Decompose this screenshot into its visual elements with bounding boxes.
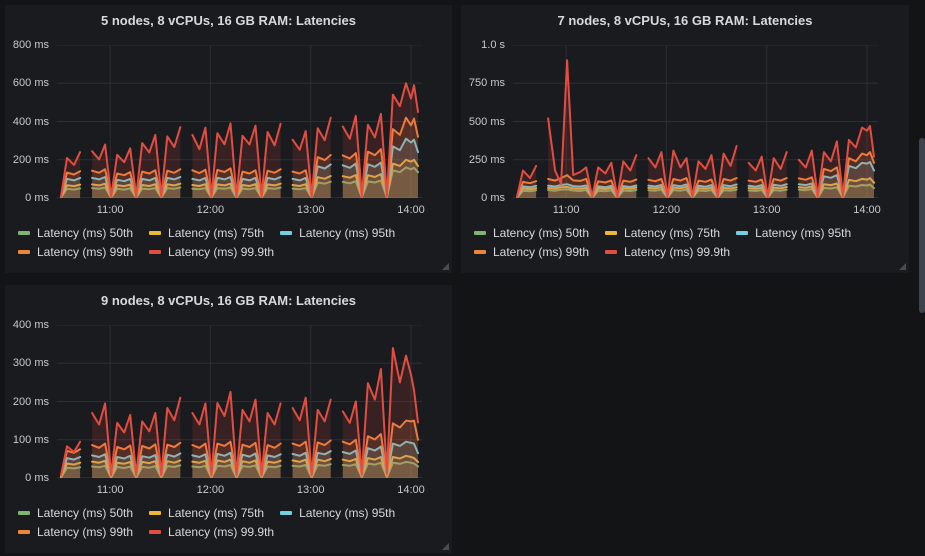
y-axis-tick-label: 0 ms (461, 191, 505, 205)
legend-color-dash-icon (736, 231, 748, 235)
panel-title[interactable]: 5 nodes, 8 vCPUs, 16 GB RAM: Latencies (5, 13, 452, 28)
legend-series-label: Latency (ms) 99th (37, 525, 133, 539)
chart-plot-area[interactable] (57, 45, 422, 198)
legend-series-label: Latency (ms) 95th (299, 226, 395, 240)
legend-color-dash-icon (280, 511, 292, 515)
legend-series-label: Latency (ms) 99th (37, 245, 133, 259)
panel-9-nodes-latencies: 9 nodes, 8 vCPUs, 16 GB RAM: Latencies 0… (5, 285, 452, 553)
y-axis-tick-label: 250 ms (461, 153, 505, 167)
legend-color-dash-icon (280, 231, 292, 235)
x-axis-tick-label: 13:00 (287, 483, 335, 497)
panel-title[interactable]: 7 nodes, 8 vCPUs, 16 GB RAM: Latencies (461, 13, 909, 28)
legend-item[interactable]: Latency (ms) 75th (149, 506, 264, 520)
panel-resize-icon[interactable] (899, 263, 906, 270)
legend-item[interactable]: Latency (ms) 50th (474, 226, 589, 240)
legend-color-dash-icon (149, 231, 161, 235)
scrollbar-thumb[interactable] (919, 138, 925, 313)
y-axis-tick-label: 300 ms (5, 356, 49, 370)
y-axis-tick-label: 400 ms (5, 115, 49, 129)
panel-resize-icon[interactable] (442, 263, 449, 270)
legend-series-label: Latency (ms) 95th (755, 226, 851, 240)
y-axis-tick-label: 200 ms (5, 395, 49, 409)
legend-color-dash-icon (474, 250, 486, 254)
panel-7-nodes-latencies: 7 nodes, 8 vCPUs, 16 GB RAM: Latencies 0… (461, 5, 909, 273)
legend-color-dash-icon (149, 530, 161, 534)
legend-item[interactable]: Latency (ms) 50th (18, 226, 133, 240)
legend-series-label: Latency (ms) 99th (493, 245, 589, 259)
panel-resize-icon[interactable] (442, 543, 449, 550)
chart-legend: Latency (ms) 50th Latency (ms) 75th Latenc… (18, 226, 444, 264)
panel-title[interactable]: 9 nodes, 8 vCPUs, 16 GB RAM: Latencies (5, 293, 452, 308)
legend-item[interactable]: Latency (ms) 75th (149, 226, 264, 240)
legend-item[interactable]: Latency (ms) 95th (736, 226, 851, 240)
x-axis-tick-label: 14:00 (387, 483, 435, 497)
legend-item[interactable]: Latency (ms) 95th (280, 506, 395, 520)
legend-item[interactable]: Latency (ms) 75th (605, 226, 720, 240)
y-axis-tick-label: 200 ms (5, 153, 49, 167)
x-axis-tick-label: 14:00 (387, 203, 435, 217)
legend-series-label: Latency (ms) 99.9th (168, 245, 274, 259)
y-axis-tick-label: 0 ms (5, 191, 49, 205)
x-axis-tick-label: 11:00 (542, 203, 590, 217)
legend-color-dash-icon (605, 231, 617, 235)
y-axis-tick-label: 500 ms (461, 115, 505, 129)
x-axis-tick-label: 11:00 (86, 203, 134, 217)
y-axis-tick-label: 1.0 s (461, 38, 505, 52)
legend-item[interactable]: Latency (ms) 99th (474, 245, 589, 259)
y-axis-tick-label: 100 ms (5, 433, 49, 447)
legend-series-label: Latency (ms) 75th (168, 226, 264, 240)
legend-item[interactable]: Latency (ms) 99th (18, 245, 133, 259)
x-axis-tick-label: 13:00 (743, 203, 791, 217)
legend-series-label: Latency (ms) 95th (299, 506, 395, 520)
legend-item[interactable]: Latency (ms) 99th (18, 525, 133, 539)
chart-legend: Latency (ms) 50th Latency (ms) 75th Latenc… (474, 226, 901, 264)
legend-series-label: Latency (ms) 75th (168, 506, 264, 520)
x-axis-tick-label: 14:00 (843, 203, 891, 217)
legend-color-dash-icon (605, 250, 617, 254)
legend-color-dash-icon (18, 250, 30, 254)
chart-plot-area[interactable] (57, 325, 422, 478)
legend-color-dash-icon (474, 231, 486, 235)
legend-series-label: Latency (ms) 50th (37, 506, 133, 520)
y-axis-tick-label: 800 ms (5, 38, 49, 52)
legend-item[interactable]: Latency (ms) 99.9th (605, 245, 730, 259)
vertical-scrollbar[interactable] (919, 0, 925, 556)
x-axis-tick-label: 12:00 (186, 483, 234, 497)
x-axis-tick-label: 13:00 (287, 203, 335, 217)
legend-series-label: Latency (ms) 50th (493, 226, 589, 240)
y-axis-tick-label: 400 ms (5, 318, 49, 332)
legend-series-label: Latency (ms) 50th (37, 226, 133, 240)
legend-series-label: Latency (ms) 99.9th (624, 245, 730, 259)
y-axis-tick-label: 600 ms (5, 76, 49, 90)
legend-series-label: Latency (ms) 75th (624, 226, 720, 240)
legend-item[interactable]: Latency (ms) 99.9th (149, 525, 274, 539)
chart-plot-area[interactable] (513, 45, 878, 198)
x-axis-tick-label: 11:00 (86, 483, 134, 497)
chart-legend: Latency (ms) 50th Latency (ms) 75th Latenc… (18, 506, 444, 544)
y-axis-tick-label: 0 ms (5, 471, 49, 485)
legend-color-dash-icon (18, 511, 30, 515)
legend-item[interactable]: Latency (ms) 99.9th (149, 245, 274, 259)
panel-5-nodes-latencies: 5 nodes, 8 vCPUs, 16 GB RAM: Latencies 0… (5, 5, 452, 273)
x-axis-tick-label: 12:00 (642, 203, 690, 217)
legend-color-dash-icon (18, 231, 30, 235)
legend-color-dash-icon (18, 530, 30, 534)
y-axis-tick-label: 750 ms (461, 76, 505, 90)
legend-series-label: Latency (ms) 99.9th (168, 525, 274, 539)
legend-color-dash-icon (149, 511, 161, 515)
x-axis-tick-label: 12:00 (186, 203, 234, 217)
legend-item[interactable]: Latency (ms) 95th (280, 226, 395, 240)
legend-color-dash-icon (149, 250, 161, 254)
legend-item[interactable]: Latency (ms) 50th (18, 506, 133, 520)
